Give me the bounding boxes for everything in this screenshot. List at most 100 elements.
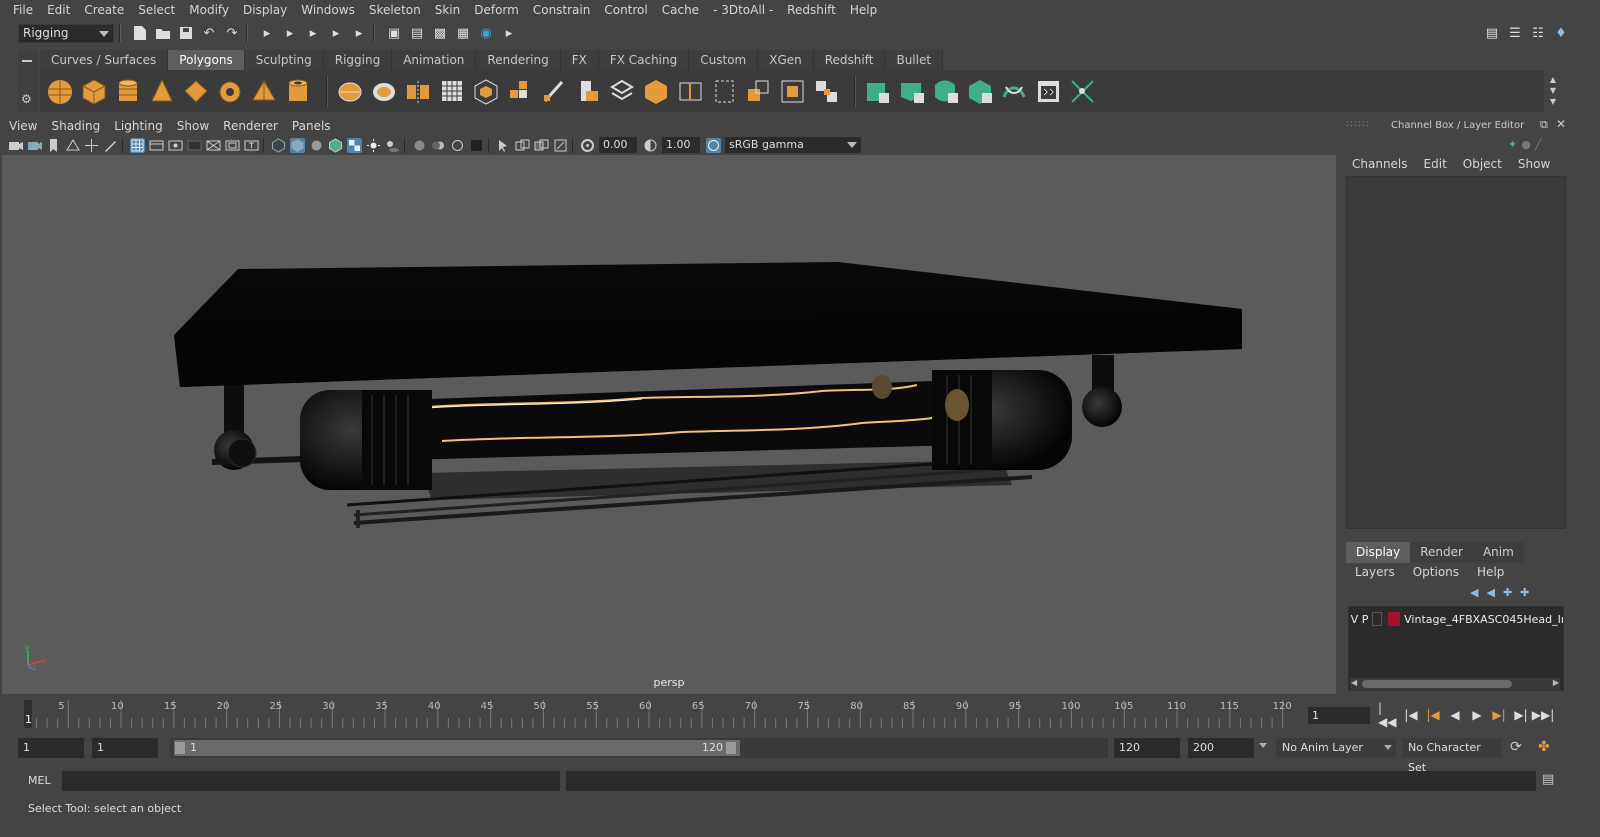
poly-pipe-icon[interactable] (284, 77, 313, 106)
remesh-icon[interactable] (506, 77, 535, 106)
film-gate-icon[interactable] (149, 138, 164, 153)
shelf-tab-xgen[interactable]: XGen (758, 50, 814, 70)
reduce-icon[interactable] (472, 77, 501, 106)
scroll-left-icon[interactable]: ◀ (1351, 678, 1357, 687)
shelf-tab-sculpting[interactable]: Sculpting (244, 50, 324, 70)
multi-cut-icon[interactable] (540, 77, 569, 106)
poly-cylinder-icon[interactable] (114, 77, 143, 106)
script-editor-icon[interactable]: ▤ (1542, 772, 1554, 787)
play-backwards-icon[interactable]: ◀ (1444, 705, 1466, 725)
go-to-end-icon[interactable]: ▶▶| (1532, 705, 1555, 725)
menu-display[interactable]: Display (236, 0, 294, 20)
gear-icon[interactable]: ⚙ (21, 92, 32, 106)
grease-pencil-icon[interactable] (103, 138, 118, 153)
insert-edge-loop-icon[interactable] (676, 77, 705, 106)
menu-create[interactable]: Create (77, 0, 131, 20)
depth-of-field-icon[interactable] (469, 138, 484, 153)
poly-sphere-icon[interactable] (46, 77, 75, 106)
select-by-hierarchy-icon[interactable]: ▸ (258, 24, 276, 42)
move-layer-down-icon[interactable]: ◀ (1486, 586, 1494, 599)
smooth-shade-icon[interactable] (290, 137, 305, 153)
camera-attributes-icon[interactable] (27, 138, 42, 153)
channel-box-menu-show[interactable]: Show (1510, 157, 1558, 175)
ipr-render-icon[interactable]: ▩ (431, 24, 449, 42)
animation-end-field[interactable]: 200 (1188, 738, 1254, 758)
expand-status-icon[interactable]: ▸ (500, 24, 518, 42)
playback-start-field[interactable]: 1 (92, 738, 158, 758)
range-slider-bar[interactable] (174, 740, 740, 756)
shelf-tab-fx-caching[interactable]: FX Caching (598, 50, 690, 70)
shelf-tab-rendering[interactable]: Rendering (476, 50, 561, 70)
chevron-down-icon[interactable] (1259, 743, 1267, 748)
safe-action-icon[interactable] (225, 138, 240, 153)
scroll-thumb[interactable] (1362, 680, 1512, 688)
shelf-tab-custom[interactable]: Custom (689, 50, 759, 70)
shelf-scroll-controls[interactable]: ▲ ▼ ▼ (1548, 74, 1558, 108)
uv-planar-icon[interactable] (864, 77, 893, 106)
shelf-tab-redshift[interactable]: Redshift (813, 50, 886, 70)
render-view-icon[interactable]: ▣ (385, 24, 403, 42)
redo-icon[interactable]: ↷ (223, 24, 241, 42)
mirror-icon[interactable] (404, 77, 433, 106)
viewport-menu-show[interactable]: Show (170, 119, 216, 133)
gamma-field[interactable]: 1.00 (662, 137, 700, 153)
menu-cache[interactable]: Cache (655, 0, 706, 20)
playback-end-field[interactable]: 120 (1114, 738, 1180, 758)
menu-control[interactable]: Control (597, 0, 654, 20)
hyperbolic-icon[interactable]: ╱ (1535, 138, 1542, 151)
menu-deform[interactable]: Deform (467, 0, 526, 20)
menu-constrain[interactable]: Constrain (526, 0, 598, 20)
exposure-icon[interactable] (580, 138, 595, 153)
layer-name[interactable]: Vintage_4FBXASC045Head_Indu (1404, 613, 1563, 626)
uv-automatic-icon[interactable] (966, 77, 995, 106)
menu-windows[interactable]: Windows (294, 0, 362, 20)
layer-tab-anim[interactable]: Anim (1472, 542, 1524, 563)
perspective-viewport[interactable]: y x z persp (2, 155, 1336, 694)
step-back-frame-icon[interactable]: |◀ (1400, 705, 1422, 725)
shadows-icon[interactable] (385, 138, 400, 153)
layer-display-type-toggle[interactable] (1372, 612, 1382, 626)
modeling-toolkit-icon[interactable]: ▤ (1483, 24, 1501, 42)
xray-active-components-icon[interactable] (534, 138, 549, 153)
uv-layout-icon[interactable] (1068, 77, 1097, 106)
select-by-object-icon[interactable]: ▸ (281, 24, 299, 42)
menu-help[interactable]: Help (843, 0, 884, 20)
history-toggle-icon[interactable]: ▸ (350, 24, 368, 42)
color-management-icon[interactable] (706, 137, 721, 153)
range-slider[interactable]: 1 120 (170, 738, 1108, 758)
resolution-gate-icon[interactable] (168, 138, 183, 153)
menu-skin[interactable]: Skin (428, 0, 468, 20)
combine-icon[interactable] (336, 77, 365, 106)
step-back-key-icon[interactable]: |◀ (1422, 705, 1444, 725)
channel-box-menu-edit[interactable]: Edit (1416, 157, 1455, 175)
poly-cube-icon[interactable] (80, 77, 109, 106)
offset-edge-loop-icon[interactable] (710, 77, 739, 106)
xray-joints-icon[interactable] (553, 138, 568, 153)
exposure-field[interactable]: 0.00 (599, 137, 637, 153)
menu-file[interactable]: File (6, 0, 40, 20)
play-forwards-icon[interactable]: ▶ (1466, 705, 1488, 725)
uv-spherical-icon[interactable] (932, 77, 961, 106)
shelf-tab-animation[interactable]: Animation (392, 50, 477, 70)
safe-title-icon[interactable] (244, 138, 259, 153)
animation-start-field[interactable]: 1 (18, 738, 84, 758)
two-d-pan-zoom-icon[interactable] (84, 138, 99, 153)
channel-box-list[interactable] (1346, 176, 1566, 529)
manipulator-icon[interactable]: ✦ (1508, 138, 1517, 151)
screen-space-ao-icon[interactable] (412, 138, 427, 153)
step-forward-key-icon[interactable]: ▶| (1488, 705, 1510, 725)
range-start-handle[interactable] (175, 742, 185, 754)
animation-preferences-icon[interactable]: ✤ (1538, 739, 1550, 755)
command-input[interactable] (62, 771, 560, 791)
layer-row[interactable]: V P Vintage_4FBXASC045Head_Indu (1349, 607, 1563, 631)
shelf-menu-icon[interactable] (22, 60, 32, 62)
append-polygon-icon[interactable] (744, 77, 773, 106)
new-layer-icon[interactable]: ✚ (1503, 586, 1512, 599)
channel-box-icon[interactable]: ♦ (1552, 24, 1570, 42)
poly-plane-icon[interactable] (182, 77, 211, 106)
motion-blur-icon[interactable] (431, 138, 446, 153)
menu-redshift[interactable]: Redshift (780, 0, 843, 20)
anti-aliasing-icon[interactable] (450, 138, 465, 153)
new-scene-icon[interactable] (131, 24, 149, 42)
menu-modify[interactable]: Modify (182, 0, 236, 20)
